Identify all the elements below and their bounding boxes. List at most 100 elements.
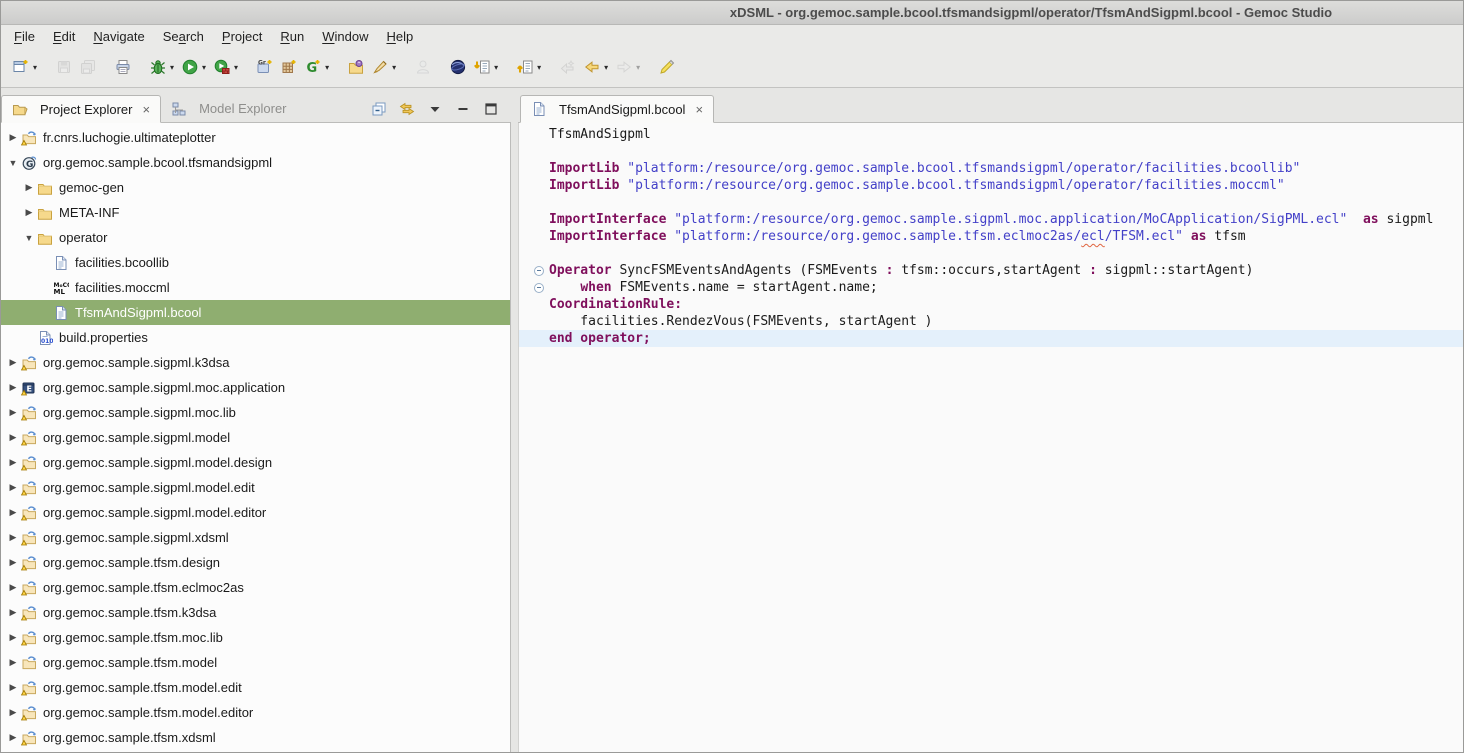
tree-item-org-gemoc-sample-tfsm-design[interactable]: ▶org.gemoc.sample.tfsm.design — [1, 550, 510, 575]
code-line-3[interactable]: ImportLib "platform:/resource/org.gemoc.… — [519, 160, 1463, 177]
twistie-collapsed-icon[interactable]: ▶ — [5, 582, 21, 593]
toolbar-button-promote[interactable]: ▾ — [514, 53, 544, 81]
tree-item-org-gemoc-sample-sigpml-model-edit[interactable]: ▶org.gemoc.sample.sigpml.model.edit — [1, 475, 510, 500]
toolbar-button-external-tools[interactable]: ▾ — [211, 53, 241, 81]
tab-model-explorer[interactable]: Model Explorer — [161, 95, 296, 122]
dropdown-arrow-icon[interactable]: ▾ — [170, 63, 174, 72]
menu-run[interactable]: Run — [271, 27, 313, 46]
dropdown-arrow-icon[interactable]: ▾ — [33, 63, 37, 72]
code-line-11[interactable]: CoordinationRule: — [519, 296, 1463, 313]
tab-editor-tfsmandsigpml[interactable]: TfsmAndSigpml.bcool × — [520, 95, 714, 123]
menu-navigate[interactable]: Navigate — [84, 27, 153, 46]
tree-item-org-gemoc-sample-sigpml-model-design[interactable]: ▶org.gemoc.sample.sigpml.model.design — [1, 450, 510, 475]
view-toolbar-button-collapse-all[interactable] — [371, 101, 387, 117]
twistie-collapsed-icon[interactable]: ▶ — [5, 357, 21, 368]
toolbar-button-new-graphiti-diagram[interactable]: Gr — [254, 53, 276, 81]
panel-sash[interactable] — [511, 95, 518, 752]
menu-help[interactable]: Help — [377, 27, 422, 46]
tree-item-tfsmandsigpml-bcool[interactable]: TfsmAndSigpml.bcool — [1, 300, 510, 325]
toolbar-button-back[interactable]: ▾ — [581, 53, 611, 81]
twistie-collapsed-icon[interactable]: ▶ — [5, 732, 21, 743]
menu-window[interactable]: Window — [313, 27, 377, 46]
close-icon[interactable]: × — [695, 103, 703, 116]
dropdown-arrow-icon[interactable]: ▾ — [325, 63, 329, 72]
tree-item-org-gemoc-sample-tfsm-k3dsa[interactable]: ▶org.gemoc.sample.tfsm.k3dsa — [1, 600, 510, 625]
toolbar-button-toggle-mark-occurrences[interactable] — [656, 53, 678, 81]
menu-project[interactable]: Project — [213, 27, 271, 46]
twistie-collapsed-icon[interactable]: ▶ — [5, 132, 21, 143]
view-toolbar-button-link-with-editor[interactable] — [399, 101, 415, 117]
twistie-collapsed-icon[interactable]: ▶ — [5, 682, 21, 693]
tree-item-org-gemoc-sample-tfsm-model-editor[interactable]: ▶org.gemoc.sample.tfsm.model.editor — [1, 700, 510, 725]
view-toolbar-button-maximize[interactable] — [483, 101, 499, 117]
twistie-collapsed-icon[interactable]: ▶ — [5, 382, 21, 393]
tab-project-explorer[interactable]: Project Explorer × — [1, 95, 161, 123]
dropdown-arrow-icon[interactable]: ▾ — [604, 63, 608, 72]
tree-item-org-gemoc-sample-sigpml-moc-lib[interactable]: ▶org.gemoc.sample.sigpml.moc.lib — [1, 400, 510, 425]
dropdown-arrow-icon[interactable]: ▾ — [494, 63, 498, 72]
toolbar-button-new[interactable]: ▾ — [10, 53, 40, 81]
twistie-expanded-icon[interactable]: ▼ — [5, 158, 21, 168]
code-line-6[interactable]: ImportInterface "platform:/resource/org.… — [519, 211, 1463, 228]
tree-item-facilities-bcoollib[interactable]: facilities.bcoollib — [1, 250, 510, 275]
twistie-collapsed-icon[interactable]: ▶ — [5, 532, 21, 543]
twistie-collapsed-icon[interactable]: ▶ — [5, 657, 21, 668]
twistie-collapsed-icon[interactable]: ▶ — [5, 457, 21, 468]
twistie-collapsed-icon[interactable]: ▶ — [5, 432, 21, 443]
tree-item-org-gemoc-sample-tfsm-model[interactable]: ▶org.gemoc.sample.tfsm.model — [1, 650, 510, 675]
code-line-2[interactable] — [519, 143, 1463, 160]
twistie-collapsed-icon[interactable]: ▶ — [21, 182, 37, 193]
tree-item-gemoc-gen[interactable]: ▶gemoc-gen — [1, 175, 510, 200]
tree-item-meta-inf[interactable]: ▶META-INF — [1, 200, 510, 225]
fold-collapse-icon[interactable] — [519, 266, 549, 276]
twistie-collapsed-icon[interactable]: ▶ — [5, 707, 21, 718]
toolbar-button-import-into-workspace[interactable]: ▾ — [471, 53, 501, 81]
view-toolbar-button-minimize[interactable] — [455, 101, 471, 117]
toolbar-button-debug[interactable]: ▾ — [147, 53, 177, 81]
menu-file[interactable]: File — [5, 27, 44, 46]
toolbar-button-new-grid-diagram[interactable] — [278, 53, 300, 81]
code-line-5[interactable] — [519, 194, 1463, 211]
twistie-collapsed-icon[interactable]: ▶ — [5, 607, 21, 618]
code-line-13[interactable]: end operator; — [519, 330, 1463, 347]
fold-minus-icon[interactable] — [534, 283, 544, 293]
code-editor[interactable]: TfsmAndSigpml ImportLib "platform:/resour… — [518, 123, 1463, 752]
tree-item-org-gemoc-sample-tfsm-model-edit[interactable]: ▶org.gemoc.sample.tfsm.model.edit — [1, 675, 510, 700]
code-line-7[interactable]: ImportInterface "platform:/resource/org.… — [519, 228, 1463, 245]
tree-item-org-gemoc-sample-tfsm-eclmoc2as[interactable]: ▶org.gemoc.sample.tfsm.eclmoc2as — [1, 575, 510, 600]
tree-item-org-gemoc-sample-sigpml-model-editor[interactable]: ▶org.gemoc.sample.sigpml.model.editor — [1, 500, 510, 525]
dropdown-arrow-icon[interactable]: ▾ — [392, 63, 396, 72]
toolbar-button-format-brush[interactable]: ▾ — [369, 53, 399, 81]
tree-item-fr-cnrs-luchogie-ultimateplotter[interactable]: ▶fr.cnrs.luchogie.ultimateplotter — [1, 125, 510, 150]
close-icon[interactable]: × — [142, 103, 150, 116]
tree-item-org-gemoc-sample-bcool-tfsmandsigpml[interactable]: ▼Gorg.gemoc.sample.bcool.tfsmandsigpml — [1, 150, 510, 175]
code-line-8[interactable] — [519, 245, 1463, 262]
menu-search[interactable]: Search — [154, 27, 213, 46]
toolbar-button-open-wizard[interactable] — [345, 53, 367, 81]
fold-minus-icon[interactable] — [534, 266, 544, 276]
toolbar-button-new-gmf-diagram[interactable]: G▾ — [302, 53, 332, 81]
tree-item-org-gemoc-sample-sigpml-moc-application[interactable]: ▶Eorg.gemoc.sample.sigpml.moc.applicatio… — [1, 375, 510, 400]
code-line-10[interactable]: when FSMEvents.name = startAgent.name; — [519, 279, 1463, 296]
twistie-collapsed-icon[interactable]: ▶ — [5, 482, 21, 493]
tree-item-org-gemoc-sample-tfsm-xdsml[interactable]: ▶org.gemoc.sample.tfsm.xdsml — [1, 725, 510, 750]
tree-item-org-gemoc-sample-sigpml-xdsml[interactable]: ▶org.gemoc.sample.sigpml.xdsml — [1, 525, 510, 550]
twistie-collapsed-icon[interactable]: ▶ — [5, 407, 21, 418]
tree-item-org-gemoc-sample-sigpml-k3dsa[interactable]: ▶org.gemoc.sample.sigpml.k3dsa — [1, 350, 510, 375]
twistie-collapsed-icon[interactable]: ▶ — [5, 632, 21, 643]
toolbar-button-run[interactable]: ▾ — [179, 53, 209, 81]
tree-item-operator[interactable]: ▼operator — [1, 225, 510, 250]
title-bar[interactable]: xDSML - org.gemoc.sample.bcool.tfsmandsi… — [1, 1, 1463, 25]
view-toolbar-button-view-menu[interactable] — [427, 101, 443, 117]
twistie-collapsed-icon[interactable]: ▶ — [5, 557, 21, 568]
code-line-9[interactable]: Operator SyncFSMEventsAndAgents (FSMEven… — [519, 262, 1463, 279]
tree-item-org-gemoc-sample-sigpml-model[interactable]: ▶org.gemoc.sample.sigpml.model — [1, 425, 510, 450]
code-line-1[interactable]: TfsmAndSigpml — [519, 126, 1463, 143]
tree-item-facilities-moccml[interactable]: MoCCMLfacilities.moccml — [1, 275, 510, 300]
twistie-collapsed-icon[interactable]: ▶ — [21, 207, 37, 218]
twistie-expanded-icon[interactable]: ▼ — [21, 233, 37, 243]
code-line-4[interactable]: ImportLib "platform:/resource/org.gemoc.… — [519, 177, 1463, 194]
dropdown-arrow-icon[interactable]: ▾ — [202, 63, 206, 72]
toolbar-button-open-web-browser[interactable] — [447, 53, 469, 81]
dropdown-arrow-icon[interactable]: ▾ — [234, 63, 238, 72]
